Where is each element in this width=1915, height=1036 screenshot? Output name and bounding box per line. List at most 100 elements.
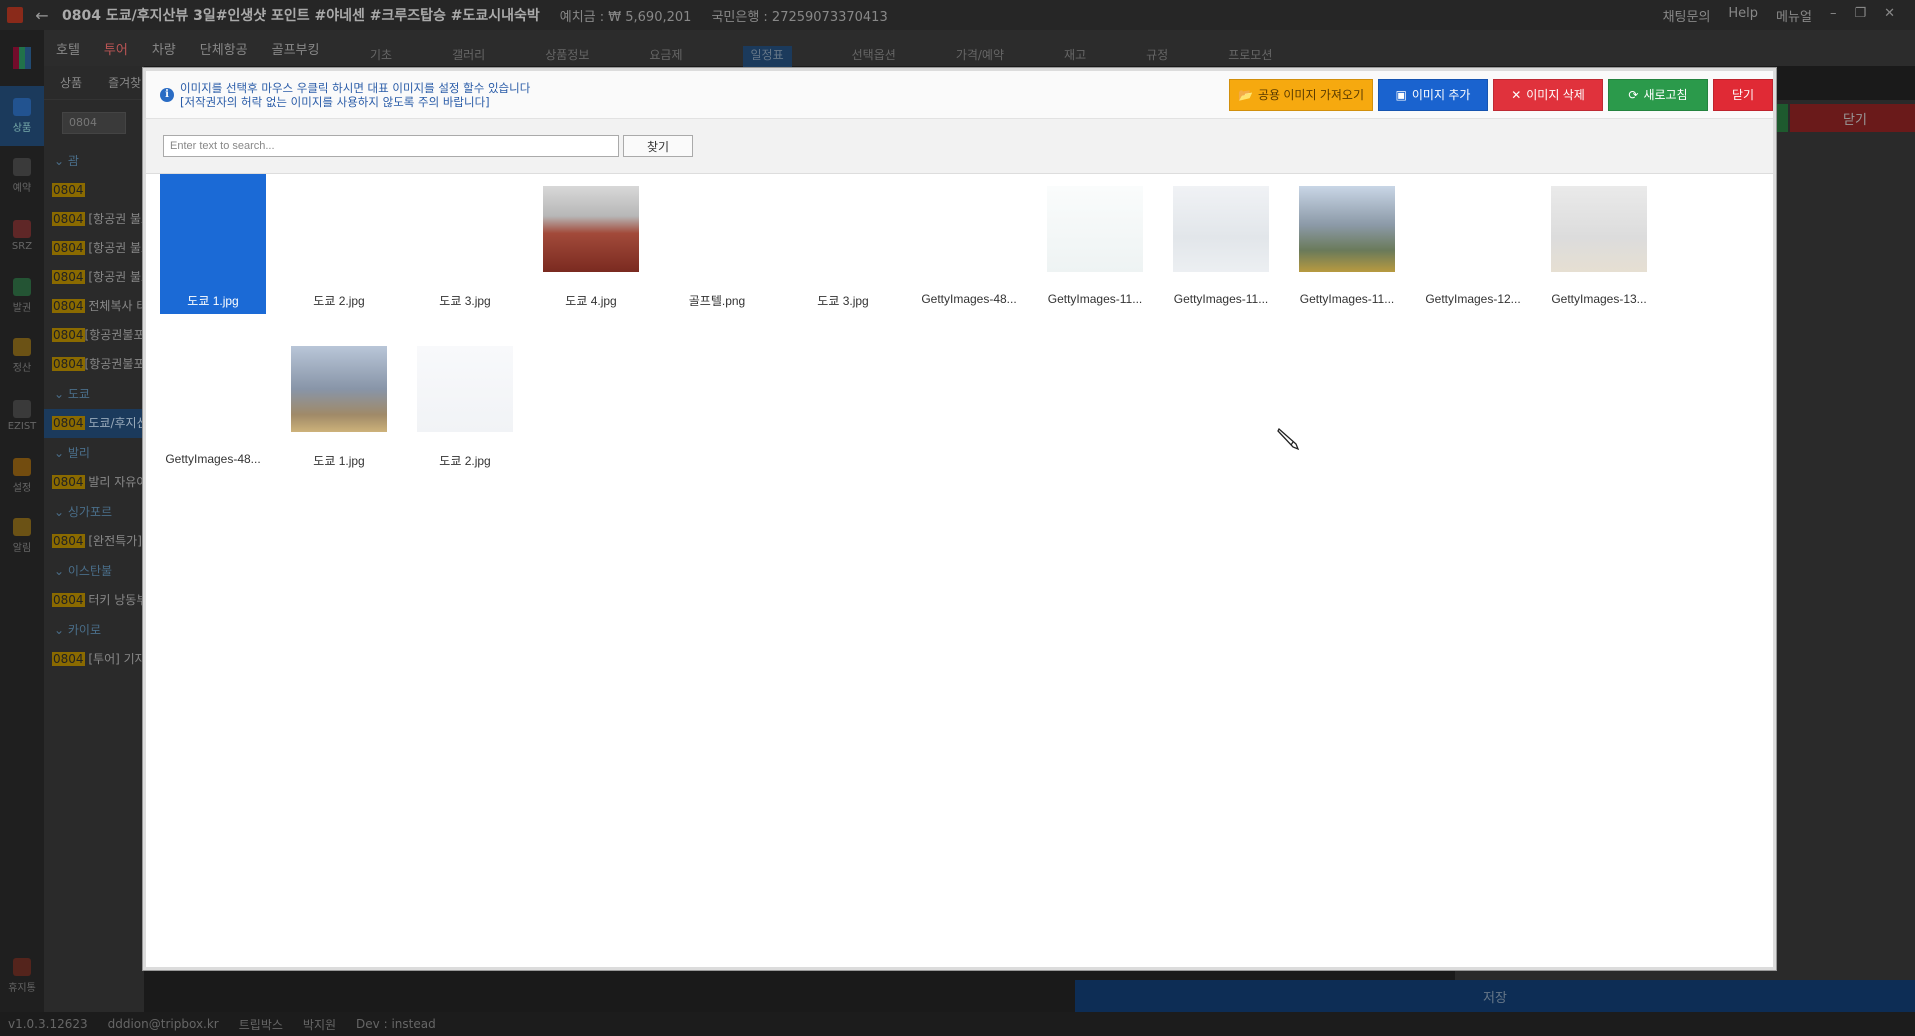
list-item[interactable]: 0804[항공권불포 <box>44 350 144 379</box>
product-name: 터키 낭동부 <box>84 593 144 607</box>
image-tile[interactable]: 도쿄 4.jpg <box>538 174 644 314</box>
image-tile[interactable]: 도쿄 1.jpg <box>160 174 266 314</box>
list-search-input[interactable]: 0804 <box>62 112 126 134</box>
image-filename: GettyImages-48... <box>165 452 261 466</box>
image-tile[interactable]: 도쿄 3.jpg <box>412 174 518 314</box>
left-nav-label: 예약 <box>12 183 32 194</box>
notice-line-1: 이미지를 선택후 마우스 우클릭 하시면 대표 이미지를 설정 할수 있습니다 <box>180 80 531 95</box>
list-section-header[interactable]: ⌄ 카이로 <box>44 615 144 645</box>
left-nav-item-3[interactable]: 발권 <box>0 266 44 326</box>
image-tile[interactable]: 도쿄 1.jpg <box>286 334 392 474</box>
delete-image-button[interactable]: ✕ 이미지 삭제 <box>1493 78 1603 111</box>
image-tile[interactable]: 도쿄 3.jpg <box>790 174 896 314</box>
back-arrow-icon[interactable]: ← <box>30 6 54 25</box>
nav-item-icon <box>13 400 31 418</box>
search-row: 찾기 <box>146 119 1773 174</box>
tab-8[interactable]: 규정 <box>1146 46 1168 70</box>
list-item[interactable]: 0804 도쿄/후지산 <box>44 409 144 438</box>
tab-5[interactable]: 선택옵션 <box>852 46 896 70</box>
subtab-favorites[interactable]: 즐겨찾 <box>108 74 141 91</box>
image-filename: 도쿄 3.jpg <box>817 294 869 308</box>
list-item[interactable]: 0804[항공권불포 <box>44 321 144 350</box>
left-nav-item-7[interactable]: 알림 <box>0 506 44 566</box>
dialog-close-button[interactable]: 닫기 <box>1713 78 1773 111</box>
image-thumbnail <box>1173 186 1269 272</box>
image-tile[interactable]: GettyImages-48... <box>160 334 266 474</box>
right-close-button[interactable]: 닫기 <box>1790 104 1915 132</box>
image-tile[interactable]: GettyImages-12... <box>1420 174 1526 314</box>
menu-hotel[interactable]: 호텔 <box>56 39 80 58</box>
product-name: [항공권 불포 <box>88 270 144 284</box>
list-item[interactable]: 0804 터키 낭동부 <box>44 586 144 615</box>
tab-7[interactable]: 재고 <box>1064 46 1086 70</box>
window-close-icon[interactable]: ✕ <box>1884 6 1895 25</box>
tab-3[interactable]: 요금제 <box>649 46 682 70</box>
left-nav-item-6[interactable]: 설정 <box>0 446 44 506</box>
list-item[interactable]: 0804 발리 자유여 <box>44 468 144 497</box>
left-nav-label: 정산 <box>12 363 32 374</box>
menu-tour[interactable]: 투어 <box>104 39 128 58</box>
image-tile[interactable]: GettyImages-11... <box>1168 174 1274 314</box>
image-thumbnail <box>1047 186 1143 272</box>
app-grid-icon <box>0 30 44 86</box>
image-tile[interactable]: 도쿄 2.jpg <box>412 334 518 474</box>
image-tile[interactable]: GettyImages-11... <box>1042 174 1148 314</box>
tab-9[interactable]: 프로모션 <box>1228 46 1272 70</box>
list-item[interactable]: 0804 [항공권 불포 <box>44 234 144 263</box>
list-section-header[interactable]: ⌄ 도쿄 <box>44 379 144 409</box>
tab-0[interactable]: 기초 <box>370 46 392 70</box>
manual-link[interactable]: 메뉴얼 <box>1776 6 1812 25</box>
subtab-product[interactable]: 상품 <box>60 74 82 91</box>
menu-golf[interactable]: 골프부킹 <box>272 39 320 58</box>
left-nav-item-1[interactable]: 예약 <box>0 146 44 206</box>
tab-4[interactable]: 일정표 <box>742 46 792 70</box>
list-item[interactable]: 0804 <box>44 176 144 205</box>
list-item[interactable]: 0804 [항공권 불포 <box>44 263 144 292</box>
refresh-button[interactable]: ⟳ 새로고침 <box>1608 78 1708 111</box>
image-search-input[interactable] <box>163 135 619 157</box>
search-button[interactable]: 찾기 <box>623 135 693 157</box>
left-nav-item-2[interactable]: SRZ <box>0 206 44 266</box>
add-image-button[interactable]: ▣ 이미지 추가 <box>1378 78 1488 111</box>
image-tile[interactable]: 골프텔.png <box>664 174 770 314</box>
list-item[interactable]: 0804 [완전특가] <box>44 527 144 556</box>
list-item[interactable]: 0804 전체복사 테 <box>44 292 144 321</box>
import-shared-images-button[interactable]: 📂 공용 이미지 가져오기 <box>1229 78 1373 111</box>
save-button[interactable]: 저장 <box>1075 980 1915 1012</box>
x-icon: ✕ <box>1511 87 1522 102</box>
menu-group-air[interactable]: 단체항공 <box>200 39 248 58</box>
product-name: 전체복사 테 <box>84 299 144 313</box>
list-section-header[interactable]: ⌄ 괌 <box>44 146 144 176</box>
list-section-header[interactable]: ⌄ 발리 <box>44 438 144 468</box>
image-tile[interactable]: 도쿄 2.jpg <box>286 174 392 314</box>
left-nav-item-4[interactable]: 정산 <box>0 326 44 386</box>
chat-link[interactable]: 채팅문의 <box>1663 6 1711 25</box>
left-nav-item-5[interactable]: EZIST <box>0 386 44 446</box>
list-section-header[interactable]: ⌄ 이스탄불 <box>44 556 144 586</box>
image-filename: GettyImages-11... <box>1299 292 1395 306</box>
product-name: [항공권 불포 <box>88 212 144 226</box>
image-filename: 도쿄 2.jpg <box>439 454 491 468</box>
list-section-header[interactable]: ⌄ 싱가포르 <box>44 497 144 527</box>
trash-button[interactable]: 휴지통 <box>0 946 44 1006</box>
delete-image-label: 이미지 삭제 <box>1526 88 1585 102</box>
image-tile[interactable]: GettyImages-11... <box>1294 174 1400 314</box>
list-item[interactable]: 0804 [항공권 불포 <box>44 205 144 234</box>
tab-1[interactable]: 갤러리 <box>452 46 485 70</box>
image-tile[interactable]: GettyImages-13... <box>1546 174 1652 314</box>
tab-6[interactable]: 가격/예약 <box>956 46 1004 70</box>
list-item[interactable]: 0804 [투어] 기자 <box>44 645 144 674</box>
image-tile[interactable]: GettyImages-48... <box>916 174 1022 314</box>
left-nav-item-0[interactable]: 상품 <box>0 86 44 146</box>
minimize-icon[interactable]: – <box>1830 6 1837 25</box>
image-filename: 골프텔.png <box>688 294 746 308</box>
dialog-close-label: 닫기 <box>1731 88 1755 102</box>
restore-icon[interactable]: ❐ <box>1854 6 1866 25</box>
status-item-2: 트립박스 <box>238 1017 283 1032</box>
tab-2[interactable]: 상품정보 <box>545 46 589 70</box>
product-code: 0804 <box>52 270 85 284</box>
help-link[interactable]: Help <box>1728 6 1758 25</box>
menu-car[interactable]: 차량 <box>152 39 176 58</box>
product-code: 0804 <box>52 183 85 197</box>
product-code: 0804 <box>52 299 85 313</box>
